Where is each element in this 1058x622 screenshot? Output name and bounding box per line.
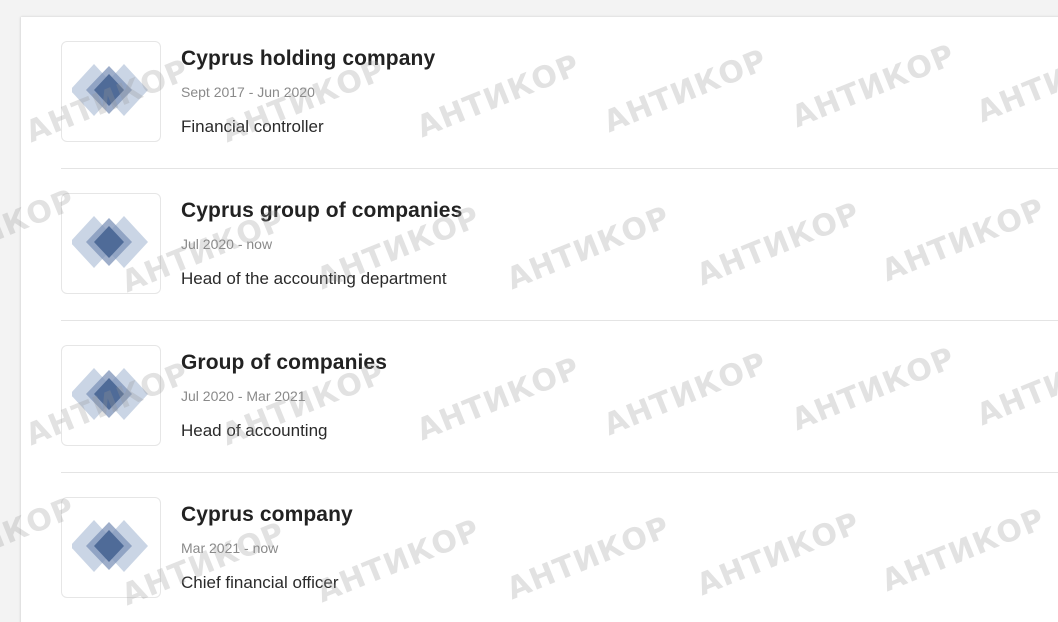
company-name[interactable]: Cyprus company xyxy=(181,503,353,527)
experience-list: Cyprus holding company Sept 2017 - Jun 2… xyxy=(21,17,1058,622)
company-diamond-logo-icon xyxy=(72,64,148,116)
job-title: Head of accounting xyxy=(181,421,328,440)
work-experience-page: Cyprus holding company Sept 2017 - Jun 2… xyxy=(0,0,1058,622)
job-title: Head of the accounting department xyxy=(181,269,447,288)
company-logo[interactable] xyxy=(61,193,161,294)
company-diamond-logo-icon xyxy=(72,216,148,268)
company-name[interactable]: Group of companies xyxy=(181,351,387,375)
experience-item[interactable]: Cyprus group of companies Jul 2020 - now… xyxy=(21,169,1058,321)
company-name[interactable]: Cyprus holding company xyxy=(181,47,435,71)
company-diamond-logo-icon xyxy=(72,520,148,572)
employment-period: Mar 2021 - now xyxy=(181,540,279,556)
company-logo[interactable] xyxy=(61,41,161,142)
company-logo[interactable] xyxy=(61,497,161,598)
employment-period: Jul 2020 - Mar 2021 xyxy=(181,388,306,404)
experience-card: Cyprus holding company Sept 2017 - Jun 2… xyxy=(21,17,1058,622)
company-name[interactable]: Cyprus group of companies xyxy=(181,199,462,223)
experience-item[interactable]: Group of companies Jul 2020 - Mar 2021 H… xyxy=(21,321,1058,473)
experience-item[interactable]: Cyprus holding company Sept 2017 - Jun 2… xyxy=(21,17,1058,169)
job-title: Financial controller xyxy=(181,117,324,136)
experience-item[interactable]: Cyprus company Mar 2021 - now Chief fina… xyxy=(21,473,1058,622)
employment-period: Sept 2017 - Jun 2020 xyxy=(181,84,315,100)
employment-period: Jul 2020 - now xyxy=(181,236,273,252)
job-title: Chief financial officer xyxy=(181,573,339,592)
company-diamond-logo-icon xyxy=(72,368,148,420)
company-logo[interactable] xyxy=(61,345,161,446)
